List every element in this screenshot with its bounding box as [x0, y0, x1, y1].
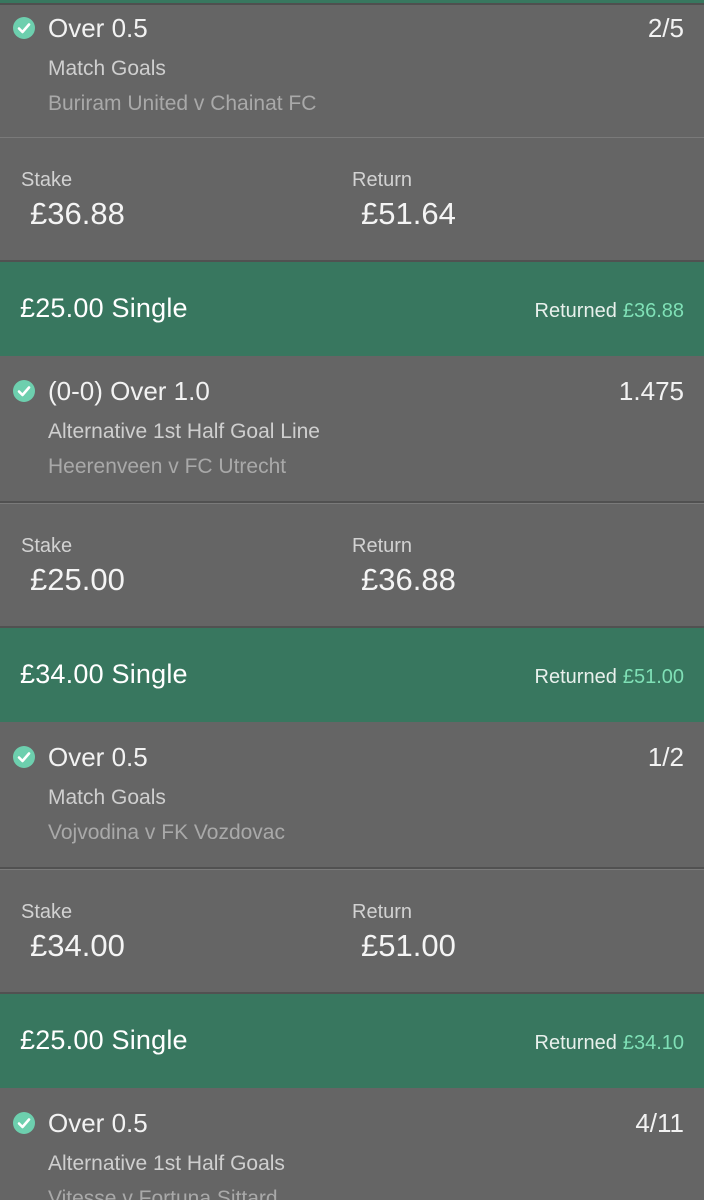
- returned-label: Returned: [534, 666, 617, 688]
- returned-status: Returned £51.00: [535, 666, 684, 689]
- bet-title: £25.00 Single: [20, 1025, 188, 1055]
- return-label: Return: [352, 535, 413, 557]
- selection-name: Over 0.5: [48, 13, 148, 43]
- check-circle-icon: [13, 17, 35, 39]
- event-name: Vitesse v Fortuna Sittard: [48, 1187, 278, 1200]
- event-name: Heerenveen v FC Utrecht: [48, 455, 287, 478]
- selection-odds: 4/11: [635, 1108, 684, 1138]
- bet-title: £25.00 Single: [20, 293, 188, 323]
- returned-label: Returned: [534, 300, 617, 322]
- check-circle-icon: [13, 1112, 35, 1134]
- check-circle-icon: [13, 746, 35, 768]
- selection-odds: 2/5: [647, 13, 684, 43]
- stake-value: £25.00: [30, 562, 125, 597]
- returned-label: Returned: [534, 1032, 617, 1054]
- return-label: Return: [352, 169, 413, 191]
- bet-title: £34.00 Single: [20, 659, 188, 689]
- selection-row[interactable]: Over 0.5 1/2 Match Goals Vojvodina v FK …: [0, 722, 704, 867]
- stake-return-panel: Stake £25.00 Return £36.88: [0, 503, 704, 626]
- selection-name: Over 0.5: [48, 1108, 148, 1138]
- bet-header[interactable]: £25.00 Single Returned £34.10: [0, 994, 704, 1088]
- bet-header[interactable]: £34.00 Single Returned £51.00: [0, 628, 704, 722]
- returned-status: Returned £36.88: [535, 300, 684, 323]
- event-name: Vojvodina v FK Vozdovac: [48, 821, 285, 844]
- selection-row[interactable]: (0-0) Over 1.0 1.475 Alternative 1st Hal…: [0, 356, 704, 501]
- return-label: Return: [352, 901, 413, 923]
- bet-history-list: Over 0.5 2/5 Match Goals Buriram United …: [0, 0, 704, 1200]
- bet-header[interactable]: £25.00 Single Returned £36.88: [0, 262, 704, 356]
- stake-value: £34.00: [30, 928, 125, 963]
- selection-row[interactable]: Over 0.5 2/5 Match Goals Buriram United …: [0, 3, 704, 137]
- stake-value: £36.88: [30, 196, 125, 231]
- event-name: Buriram United v Chainat FC: [48, 92, 317, 115]
- market-name: Alternative 1st Half Goal Line: [48, 420, 320, 443]
- returned-amount: £51.00: [622, 666, 684, 688]
- stake-label: Stake: [21, 535, 73, 557]
- check-circle-icon: [13, 380, 35, 402]
- stake-return-panel: Stake £34.00 Return £51.00: [0, 869, 704, 992]
- returned-amount: £34.10: [622, 1032, 684, 1054]
- market-name: Match Goals: [48, 786, 166, 809]
- selection-name: (0-0) Over 1.0: [48, 376, 210, 406]
- return-value: £51.00: [361, 928, 456, 963]
- market-name: Alternative 1st Half Goals: [48, 1152, 285, 1175]
- selection-name: Over 0.5: [48, 742, 148, 772]
- returned-amount: £36.88: [622, 300, 684, 322]
- stake-label: Stake: [21, 901, 73, 923]
- selection-odds: 1/2: [647, 742, 684, 772]
- selection-odds: 1.475: [618, 376, 684, 406]
- selection-row[interactable]: Over 0.5 4/11 Alternative 1st Half Goals…: [0, 1088, 704, 1200]
- stake-return-panel: Stake £36.88 Return £51.64: [0, 137, 704, 260]
- returned-status: Returned £34.10: [535, 1032, 684, 1055]
- return-value: £51.64: [361, 196, 456, 231]
- stake-label: Stake: [21, 169, 73, 191]
- return-value: £36.88: [361, 562, 456, 597]
- market-name: Match Goals: [48, 57, 166, 80]
